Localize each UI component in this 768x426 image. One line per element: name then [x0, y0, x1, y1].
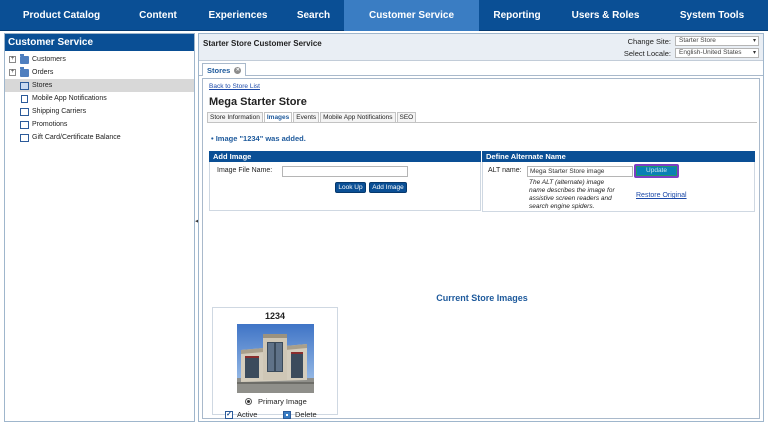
sidebar-item-label: Orders — [32, 69, 54, 76]
change-site-value: Starter Store — [679, 37, 716, 44]
sidebar-item-promotions[interactable]: Promotions — [5, 118, 194, 131]
page-icon — [20, 133, 29, 142]
subtab-store-information[interactable]: Store Information — [207, 112, 263, 122]
main-panel: Starter Store Customer Service Change Si… — [198, 33, 764, 422]
nav-customer-service[interactable]: Customer Service — [344, 0, 479, 31]
store-building-image — [237, 324, 314, 393]
folder-icon — [20, 66, 29, 77]
lookup-button[interactable]: Look Up — [335, 182, 366, 193]
expand-icon[interactable]: + — [9, 69, 16, 76]
sidebar-item-label: Stores — [32, 82, 53, 89]
delete-row: Delete — [283, 410, 317, 419]
store-subtabs: Store Information Images Events Mobile A… — [207, 112, 417, 122]
alt-name-label: ALT name: — [488, 167, 522, 174]
sidebar-item-label: Mobile App Notifications — [32, 95, 107, 102]
primary-image-row: Primary Image — [245, 397, 307, 406]
active-row: ✓ Active — [225, 410, 257, 419]
alt-name-section: ALT name: Mega Starter Store image Updat… — [482, 162, 755, 212]
back-to-store-list-link[interactable]: Back to Store List — [209, 83, 260, 90]
alt-name-input[interactable]: Mega Starter Store image — [527, 166, 633, 177]
image-file-name-input[interactable] — [282, 166, 408, 177]
store-content: Back to Store List Mega Starter Store St… — [202, 78, 760, 419]
update-button-label: Update — [636, 166, 677, 176]
change-site-select[interactable]: Starter Store ▾ — [675, 36, 759, 46]
help-line: The ALT (alternate) image — [529, 179, 605, 186]
delete-label: Delete — [295, 410, 317, 419]
locale-row: Select Locale: English-United States ▾ — [624, 48, 759, 58]
primary-image-radio[interactable] — [245, 398, 252, 405]
nav-users-roles[interactable]: Users & Roles — [555, 0, 656, 31]
image-file-name-label: Image File Name: — [217, 167, 273, 174]
subtab-seo[interactable]: SEO — [396, 112, 417, 122]
add-image-section: Image File Name: Look Up Add Image — [209, 162, 481, 211]
sidebar-item-label: Gift Card/Certificate Balance — [32, 134, 121, 141]
subtab-events[interactable]: Events — [293, 112, 320, 122]
store-photo[interactable] — [237, 324, 314, 393]
sidebar: Customer Service + Customers + Orders St… — [4, 33, 195, 422]
alt-name-heading: Define Alternate Name — [482, 151, 755, 162]
tab-strip: Stores ✕ — [199, 63, 763, 76]
update-button[interactable]: Update — [634, 164, 679, 178]
nav-experiences[interactable]: Experiences — [193, 0, 283, 31]
alt-help-text: The ALT (alternate) image name describes… — [529, 179, 615, 211]
page-icon — [20, 107, 29, 116]
sidebar-item-gift-card-balance[interactable]: Gift Card/Certificate Balance — [5, 131, 194, 144]
image-card-title: 1234 — [264, 311, 286, 321]
nav-product-catalog[interactable]: Product Catalog — [0, 0, 123, 31]
store-name: Mega Starter Store — [209, 96, 307, 108]
help-line: name describes the image for — [529, 187, 615, 194]
close-icon[interactable]: ✕ — [234, 66, 242, 74]
current-images-title: Current Store Images — [436, 293, 528, 303]
folder-icon — [20, 53, 29, 64]
active-label: Active — [237, 410, 258, 419]
main-header: Starter Store Customer Service Change Si… — [199, 34, 763, 61]
add-image-heading: Add Image — [209, 151, 481, 162]
store-icon — [20, 81, 29, 90]
phone-icon — [21, 94, 28, 103]
tab-label: Stores — [207, 65, 231, 75]
top-nav: Product Catalog Content Experiences Sear… — [0, 0, 768, 31]
subtab-mobile-app-notifications[interactable]: Mobile App Notifications — [320, 112, 396, 122]
divider — [207, 122, 757, 123]
active-checkbox[interactable]: ✓ — [225, 410, 233, 419]
change-site-row: Change Site: Starter Store ▾ — [628, 36, 759, 46]
sidebar-item-label: Customers — [32, 56, 66, 63]
sidebar-title: Customer Service — [5, 34, 194, 51]
sidebar-item-stores[interactable]: Stores — [5, 79, 194, 92]
locale-select[interactable]: English-United States ▾ — [675, 48, 759, 58]
nav-reporting[interactable]: Reporting — [479, 0, 555, 31]
chevron-down-icon: ▾ — [752, 38, 756, 44]
sidebar-item-shipping-carriers[interactable]: Shipping Carriers — [5, 105, 194, 118]
page-title: Starter Store Customer Service — [203, 39, 322, 48]
sidebar-item-customers[interactable]: + Customers — [5, 53, 194, 66]
sidebar-item-mobile-app-notifications[interactable]: Mobile App Notifications — [5, 92, 194, 105]
sidebar-item-label: Shipping Carriers — [32, 108, 87, 115]
page-icon — [20, 120, 29, 129]
delete-checkbox[interactable] — [283, 410, 291, 419]
chevron-down-icon: ▾ — [752, 50, 756, 56]
nav-search[interactable]: Search — [283, 0, 344, 31]
tab-stores[interactable]: Stores ✕ — [202, 63, 247, 76]
expand-icon[interactable]: + — [9, 56, 16, 63]
image-card: 1234 Primary Image ✓ Active Delete — [212, 307, 338, 419]
status-message: • Image "1234" was added. — [211, 134, 306, 143]
primary-image-label: Primary Image — [258, 397, 307, 406]
add-image-button[interactable]: Add Image — [369, 182, 407, 193]
help-line: assistive screen readers and — [529, 195, 612, 202]
sidebar-item-label: Promotions — [32, 121, 68, 128]
help-line: search engine spiders. — [529, 203, 595, 210]
restore-original-link[interactable]: Restore Original — [636, 192, 687, 199]
change-site-label: Change Site: — [627, 36, 671, 46]
locale-value: English-United States — [679, 49, 742, 56]
subtab-images[interactable]: Images — [263, 112, 293, 122]
nav-system-tools[interactable]: System Tools — [656, 0, 768, 31]
nav-content[interactable]: Content — [123, 0, 193, 31]
sidebar-item-orders[interactable]: + Orders — [5, 66, 194, 79]
locale-label: Select Locale: — [623, 48, 671, 58]
